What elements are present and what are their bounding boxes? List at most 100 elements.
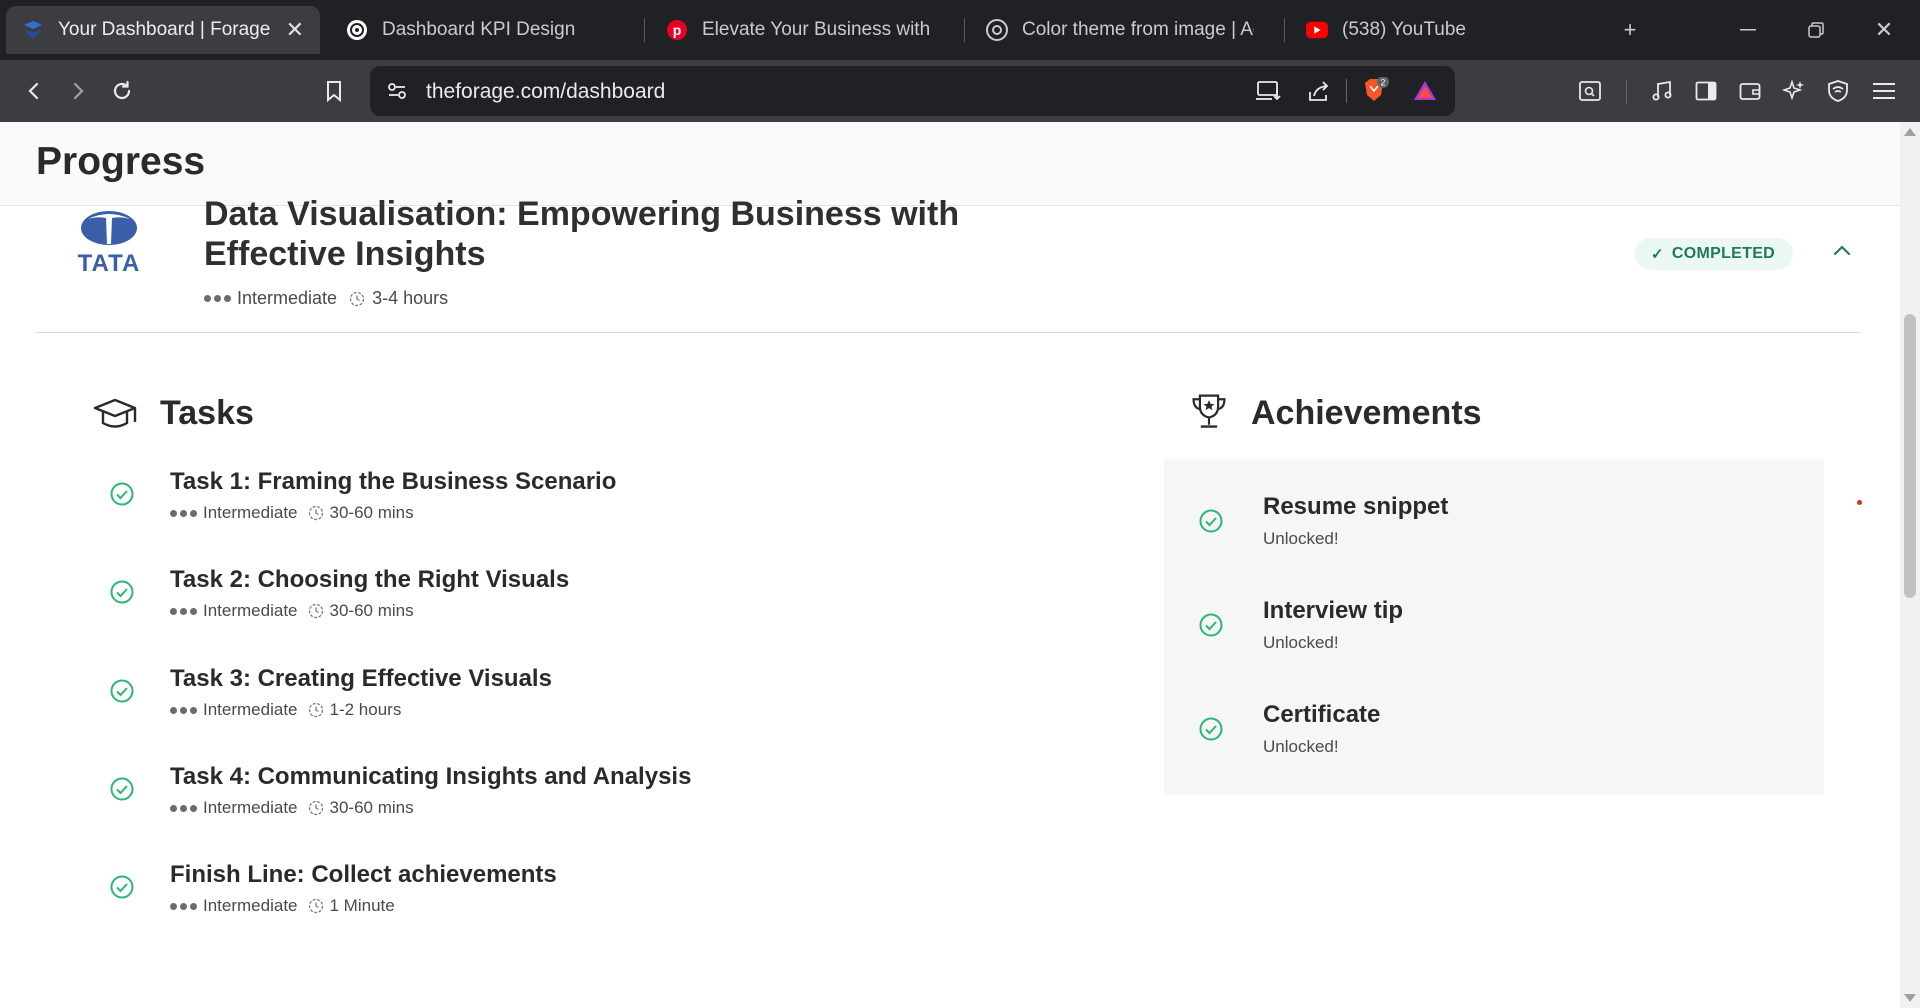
achievement-name: Interview tip (1263, 597, 1404, 624)
course-duration: 3-4 hours (372, 288, 449, 308)
tab-title: (538) YouTube (1342, 19, 1466, 40)
collapse-chevron-up-icon[interactable] (1826, 234, 1858, 266)
svg-text:p: p (673, 22, 682, 38)
completed-check-icon (1199, 613, 1223, 637)
completed-check-icon (110, 777, 134, 801)
youtube-icon (1306, 19, 1328, 41)
task-item[interactable]: Task 3: Creating Effective Visuals Inter… (100, 665, 1000, 745)
tab-title: Elevate Your Business with AIZ (702, 19, 934, 40)
achievement-name: Resume snippet (1263, 493, 1449, 520)
scroll-thumb[interactable] (1904, 314, 1916, 598)
task-meta: Intermediate 1 Minute (170, 896, 395, 916)
scroll-down-arrow-icon[interactable] (1904, 994, 1916, 1002)
share-icon[interactable] (1304, 76, 1334, 106)
completed-check-icon (1199, 509, 1223, 533)
back-icon[interactable] (16, 73, 52, 109)
forage-icon (22, 19, 44, 41)
achievement-status: Unlocked! (1263, 529, 1339, 548)
tab-title: Your Dashboard | Forage (58, 19, 271, 40)
address-bar[interactable]: theforage.com/dashboard 2 (370, 66, 1455, 116)
task-item[interactable]: Task 2: Choosing the Right Visuals Inter… (100, 566, 1000, 646)
task-meta: Intermediate 30-60 mins (170, 503, 414, 523)
adobe-color-icon (986, 19, 1008, 41)
task-name: Task 2: Choosing the Right Visuals (170, 566, 570, 593)
scroll-up-arrow-icon[interactable] (1904, 128, 1916, 136)
task-duration: 1-2 hours (329, 700, 402, 719)
page-scrollbar[interactable] (1900, 122, 1920, 1008)
page-title: Progress (36, 140, 206, 183)
course-title: Data Visualisation: Empowering Business … (204, 195, 960, 273)
task-duration: 30-60 mins (329, 601, 414, 620)
difficulty-dots-icon (170, 607, 197, 615)
leo-ai-icon[interactable] (1776, 73, 1812, 109)
task-duration: 30-60 mins (329, 503, 414, 522)
task-level: Intermediate (203, 700, 298, 719)
task-name: Task 1: Framing the Business Scenario (170, 468, 617, 495)
clock-icon (308, 898, 323, 914)
tab-forage-dashboard[interactable]: Your Dashboard | Forage ✕ (6, 6, 320, 54)
clock-icon (349, 291, 365, 306)
course-meta: Intermediate 3-4 hours (204, 288, 448, 309)
task-duration: 1 Minute (329, 896, 395, 915)
achievement-item: Interview tip Unlocked! (1164, 597, 1824, 677)
sidebar-toggle-icon[interactable] (1688, 73, 1724, 109)
tab-pinterest[interactable]: p Elevate Your Business with AIZ (650, 6, 950, 54)
achievement-name: Certificate (1263, 701, 1381, 728)
difficulty-dots-icon (170, 509, 197, 517)
task-item[interactable]: Task 1: Framing the Business Scenario In… (100, 468, 1000, 548)
tab-separator (1284, 18, 1285, 42)
wallet-icon[interactable] (1732, 73, 1768, 109)
chatgpt-icon (346, 19, 368, 41)
tab-adobe-color[interactable]: Color theme from image | Adob (970, 6, 1270, 54)
tab-youtube[interactable]: (538) YouTube (1290, 6, 1590, 54)
site-settings-icon[interactable] (382, 76, 412, 106)
tab-separator (964, 18, 965, 42)
completed-check-icon (110, 482, 134, 506)
clock-icon (308, 505, 323, 521)
tasks-heading: Tasks (160, 394, 254, 432)
achievement-status: Unlocked! (1263, 633, 1339, 652)
trophy-icon (1192, 394, 1226, 428)
brave-badge-count: 2 (1380, 78, 1385, 88)
tab-title: Color theme from image | Adob (1022, 19, 1254, 40)
reload-icon[interactable] (104, 73, 140, 109)
minimize-icon[interactable] (1730, 12, 1766, 48)
difficulty-dots-icon (204, 295, 231, 302)
completed-check-icon (110, 580, 134, 604)
clock-icon (308, 800, 323, 816)
task-meta: Intermediate 30-60 mins (170, 601, 414, 621)
install-app-icon[interactable] (1254, 76, 1284, 106)
new-tab-icon[interactable]: + (1612, 12, 1648, 48)
toolbar-separator (1626, 80, 1627, 104)
task-level: Intermediate (203, 798, 298, 817)
completed-check-icon (1199, 717, 1223, 741)
brave-shields-icon[interactable]: 2 (1360, 76, 1390, 106)
browser-toolbar: theforage.com/dashboard 2 (0, 60, 1920, 122)
page-search-icon[interactable] (1572, 73, 1608, 109)
menu-icon[interactable] (1866, 73, 1902, 109)
completed-check-icon (110, 679, 134, 703)
bookmark-icon[interactable] (316, 73, 352, 109)
task-level: Intermediate (203, 503, 298, 522)
task-duration: 30-60 mins (329, 798, 414, 817)
url-text: theforage.com/dashboard (426, 80, 666, 103)
task-meta: Intermediate 1-2 hours (170, 700, 401, 720)
task-item[interactable]: Task 4: Communicating Insights and Analy… (100, 763, 1000, 843)
media-controls-icon[interactable] (1644, 73, 1680, 109)
task-item[interactable]: Finish Line: Collect achievements Interm… (100, 861, 1000, 941)
brave-rewards-icon[interactable] (1410, 76, 1440, 106)
close-window-icon[interactable]: ✕ (1866, 12, 1902, 48)
tab-separator (644, 18, 645, 42)
task-level: Intermediate (203, 896, 298, 915)
close-tab-icon[interactable]: ✕ (286, 17, 304, 43)
completed-check-icon (110, 875, 134, 899)
achievements-panel: Resume snippet Unlocked! Interview tip U… (1164, 459, 1824, 795)
page-content: Progress TATA Data Visualisation: Empowe… (0, 122, 1900, 1008)
achievement-item: Resume snippet Unlocked! (1164, 493, 1824, 573)
check-icon: ✓ (1651, 246, 1664, 263)
vpn-icon[interactable] (1820, 73, 1856, 109)
tab-dashboard-kpi[interactable]: Dashboard KPI Design (330, 6, 630, 54)
restore-icon[interactable] (1798, 12, 1834, 48)
task-name: Task 3: Creating Effective Visuals (170, 665, 552, 692)
forward-icon[interactable] (60, 73, 96, 109)
